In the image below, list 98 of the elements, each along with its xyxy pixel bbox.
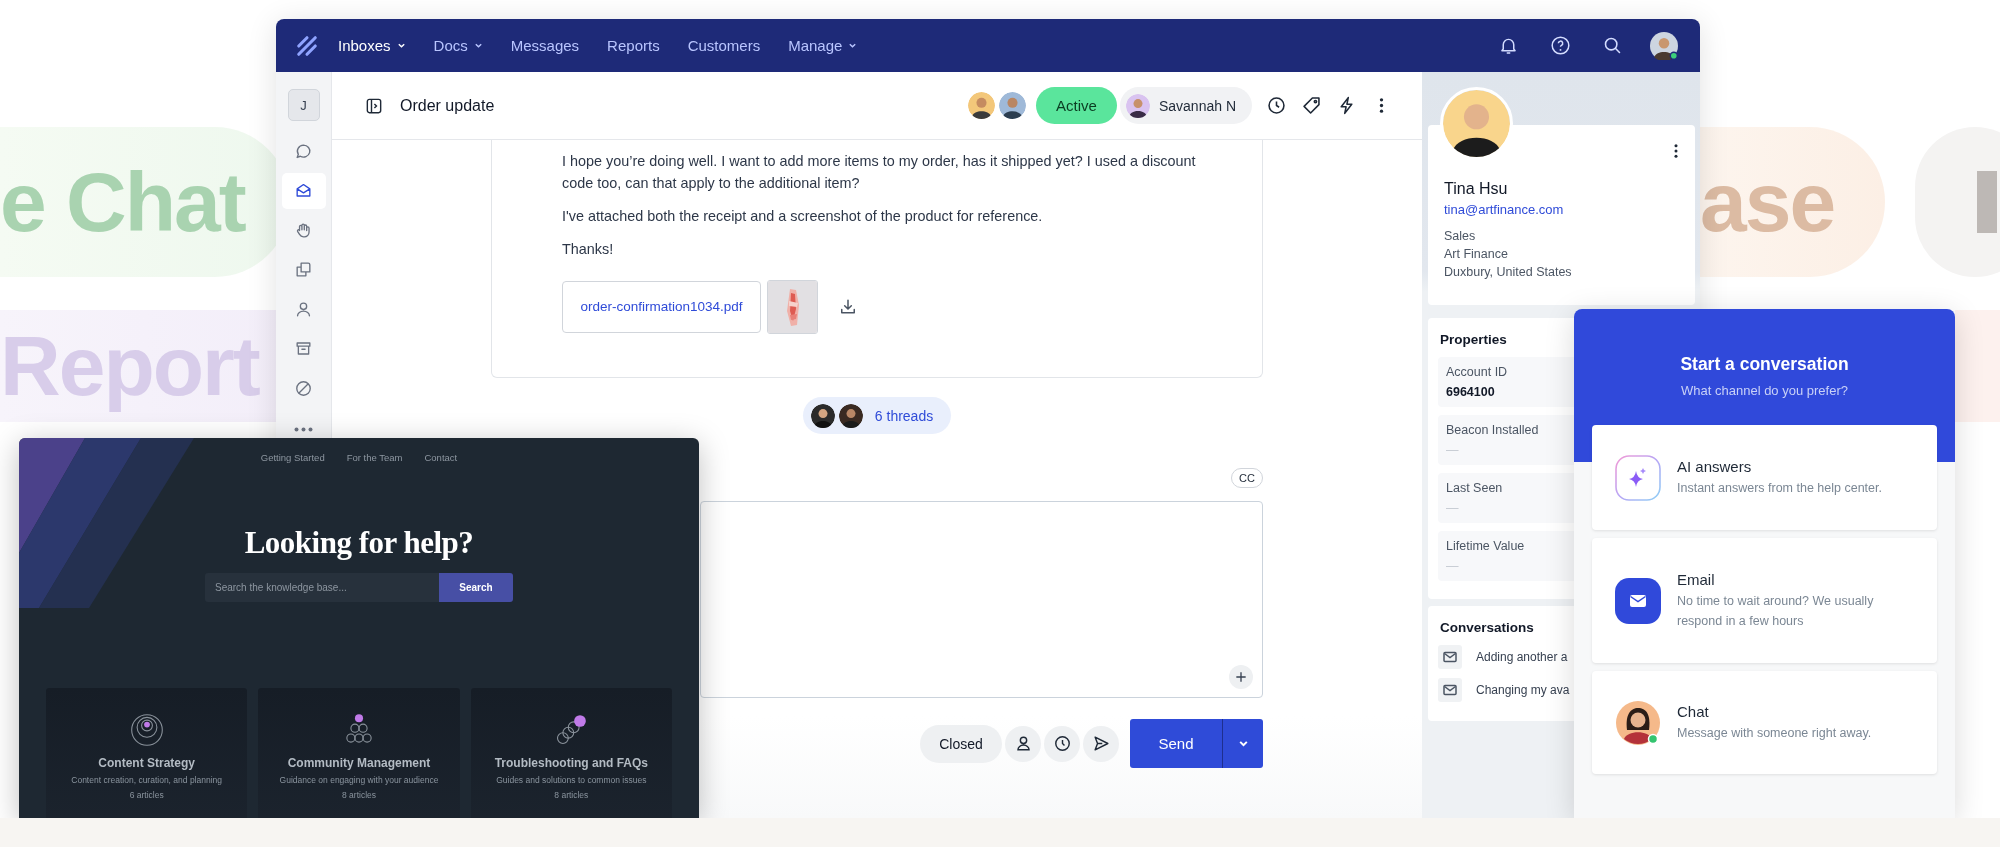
send-later-button[interactable] [1083, 725, 1119, 762]
agent-avatar [1615, 699, 1661, 746]
avatar [1125, 93, 1150, 118]
avatar [967, 92, 995, 119]
nav-link[interactable]: Manage [788, 37, 858, 54]
mail-icon [1438, 678, 1462, 702]
backdrop-word: ase [1700, 160, 1835, 244]
add-button[interactable] [1229, 665, 1253, 689]
option-description: Instant answers from the help center. [1677, 479, 1882, 497]
search-button[interactable]: Search [439, 573, 513, 602]
category-description: Content creation, curation, and planning [71, 775, 223, 785]
inbox-icon [294, 181, 313, 200]
help-title: Looking for help? [244, 525, 474, 561]
avatar [998, 92, 1026, 119]
nav-link[interactable]: Docs [433, 37, 483, 54]
contact-detail: Sales [1444, 228, 1477, 245]
message-text: I hope you’re doing well. I want to add more items to my order, has it shipped yet? I used a discount code too, can that apply to the additional item? [562, 152, 1197, 193]
sparkle-icon [1615, 454, 1661, 501]
property-value: — [1446, 559, 1460, 573]
search-field[interactable]: Search the knowledge base... [205, 573, 439, 602]
workspace-badge[interactable]: J [287, 89, 320, 121]
logo-icon[interactable] [296, 34, 318, 57]
widget-subtitle: What channel do you prefer? [1681, 383, 1848, 398]
nav-link[interactable]: Messages [510, 37, 580, 54]
cc-button[interactable]: CC [1231, 468, 1263, 488]
category-description: Guidance on engaging with your audience [279, 775, 439, 785]
article-count: 6 articles [129, 790, 164, 800]
property-label: Last Seen [1446, 481, 1504, 495]
status-dropdown[interactable]: Closed [920, 724, 1002, 763]
person-icon [294, 299, 313, 319]
property-label: Account ID [1446, 365, 1509, 379]
help-icon[interactable] [1550, 35, 1571, 56]
nav-link[interactable]: Reports [607, 37, 660, 54]
avatar [838, 403, 863, 428]
option-description: No time to wait around? We usually respond in a few hours [1677, 592, 1875, 630]
category-title: Troubleshooting and FAQs [494, 756, 648, 770]
article-count: 8 articles [342, 790, 376, 800]
tag-icon[interactable] [1301, 95, 1322, 116]
contact-detail: Duxbury, United States [1444, 264, 1573, 281]
status-button[interactable]: Active [1035, 87, 1117, 124]
channel-option[interactable]: Email No time to wait around? We usually respond in a few hours [1592, 538, 1937, 663]
contact-detail: Art Finance [1444, 246, 1509, 263]
category-description: Guides and solutions to common issues [496, 775, 647, 785]
category-title: Content Strategy [98, 756, 195, 770]
channel-option[interactable]: AI answers Instant answers from the help center. [1592, 425, 1937, 530]
rail-button[interactable] [281, 172, 326, 209]
block-icon [294, 378, 313, 398]
threads-button[interactable]: 6 threads [802, 397, 952, 434]
category-card[interactable]: Community Management Guidance on engaging with your audience 8 articles [258, 688, 460, 818]
option-description: Message with someone right away. [1677, 724, 1872, 742]
nav-link[interactable]: Inboxes [338, 37, 406, 54]
clock-icon [1052, 734, 1072, 753]
contact-name: Tina Hsu [1444, 180, 1509, 198]
property-label: Lifetime Value [1446, 539, 1526, 553]
widget-title: Start a conversation [1680, 354, 1849, 375]
option-title: Chat [1677, 702, 1710, 720]
download-icon[interactable] [838, 297, 858, 317]
option-title: Email [1677, 570, 1716, 588]
category-title: Community Management [287, 756, 431, 770]
section-title: Properties [1440, 332, 1508, 347]
property-value: — [1446, 501, 1460, 515]
search-icon[interactable] [1602, 35, 1623, 56]
backdrop-word: e Chat [0, 160, 245, 244]
conversation-title: Order update [400, 96, 495, 115]
mail-icon [1438, 645, 1462, 669]
header-link[interactable]: Contact [424, 452, 458, 463]
attachment-link[interactable]: order-confirmation1034.pdf [562, 281, 761, 333]
conversation-link[interactable]: Adding another a [1476, 650, 1568, 664]
more-icon[interactable] [1673, 143, 1679, 159]
property-label: Beacon Installed [1446, 423, 1540, 437]
category-card[interactable]: Content Strategy Content creation, curation, and planning 6 articles [46, 688, 248, 818]
contact-email[interactable]: tina@artfinance.com [1444, 202, 1564, 217]
user-avatar[interactable] [1650, 31, 1678, 60]
send-button[interactable]: Send [1130, 719, 1223, 768]
target-icon [128, 712, 165, 748]
header-link[interactable]: For the Team [346, 452, 403, 463]
property-value: — [1446, 443, 1460, 457]
assignee-button[interactable]: Savannah N [1119, 87, 1252, 124]
archive-icon [294, 339, 313, 358]
chat-icon [294, 141, 313, 161]
copy-icon [294, 260, 313, 279]
plus-icon [1233, 669, 1249, 685]
message-text: I've attached both the receipt and a screenshot of the product for reference. [562, 207, 1044, 226]
more-icon [294, 427, 313, 432]
clock-icon[interactable] [1266, 95, 1287, 116]
property-value: 6964100 [1446, 385, 1496, 399]
conversation-link[interactable]: Changing my ava [1476, 683, 1570, 697]
snooze-button[interactable] [1044, 725, 1080, 762]
nav-link[interactable]: Customers [687, 37, 761, 54]
assign-button[interactable] [1005, 725, 1041, 762]
avatar [810, 403, 835, 428]
category-card[interactable]: Troubleshooting and FAQs Guides and solutions to common issues 8 articles [470, 688, 672, 818]
article-count: 8 articles [554, 790, 589, 800]
message-text: Thanks! [562, 240, 615, 259]
header-link[interactable]: Getting Started [260, 452, 325, 463]
mail-icon [1615, 577, 1661, 624]
option-title: AI answers [1677, 457, 1753, 475]
channel-option[interactable]: Chat Message with someone right away. [1592, 671, 1937, 774]
